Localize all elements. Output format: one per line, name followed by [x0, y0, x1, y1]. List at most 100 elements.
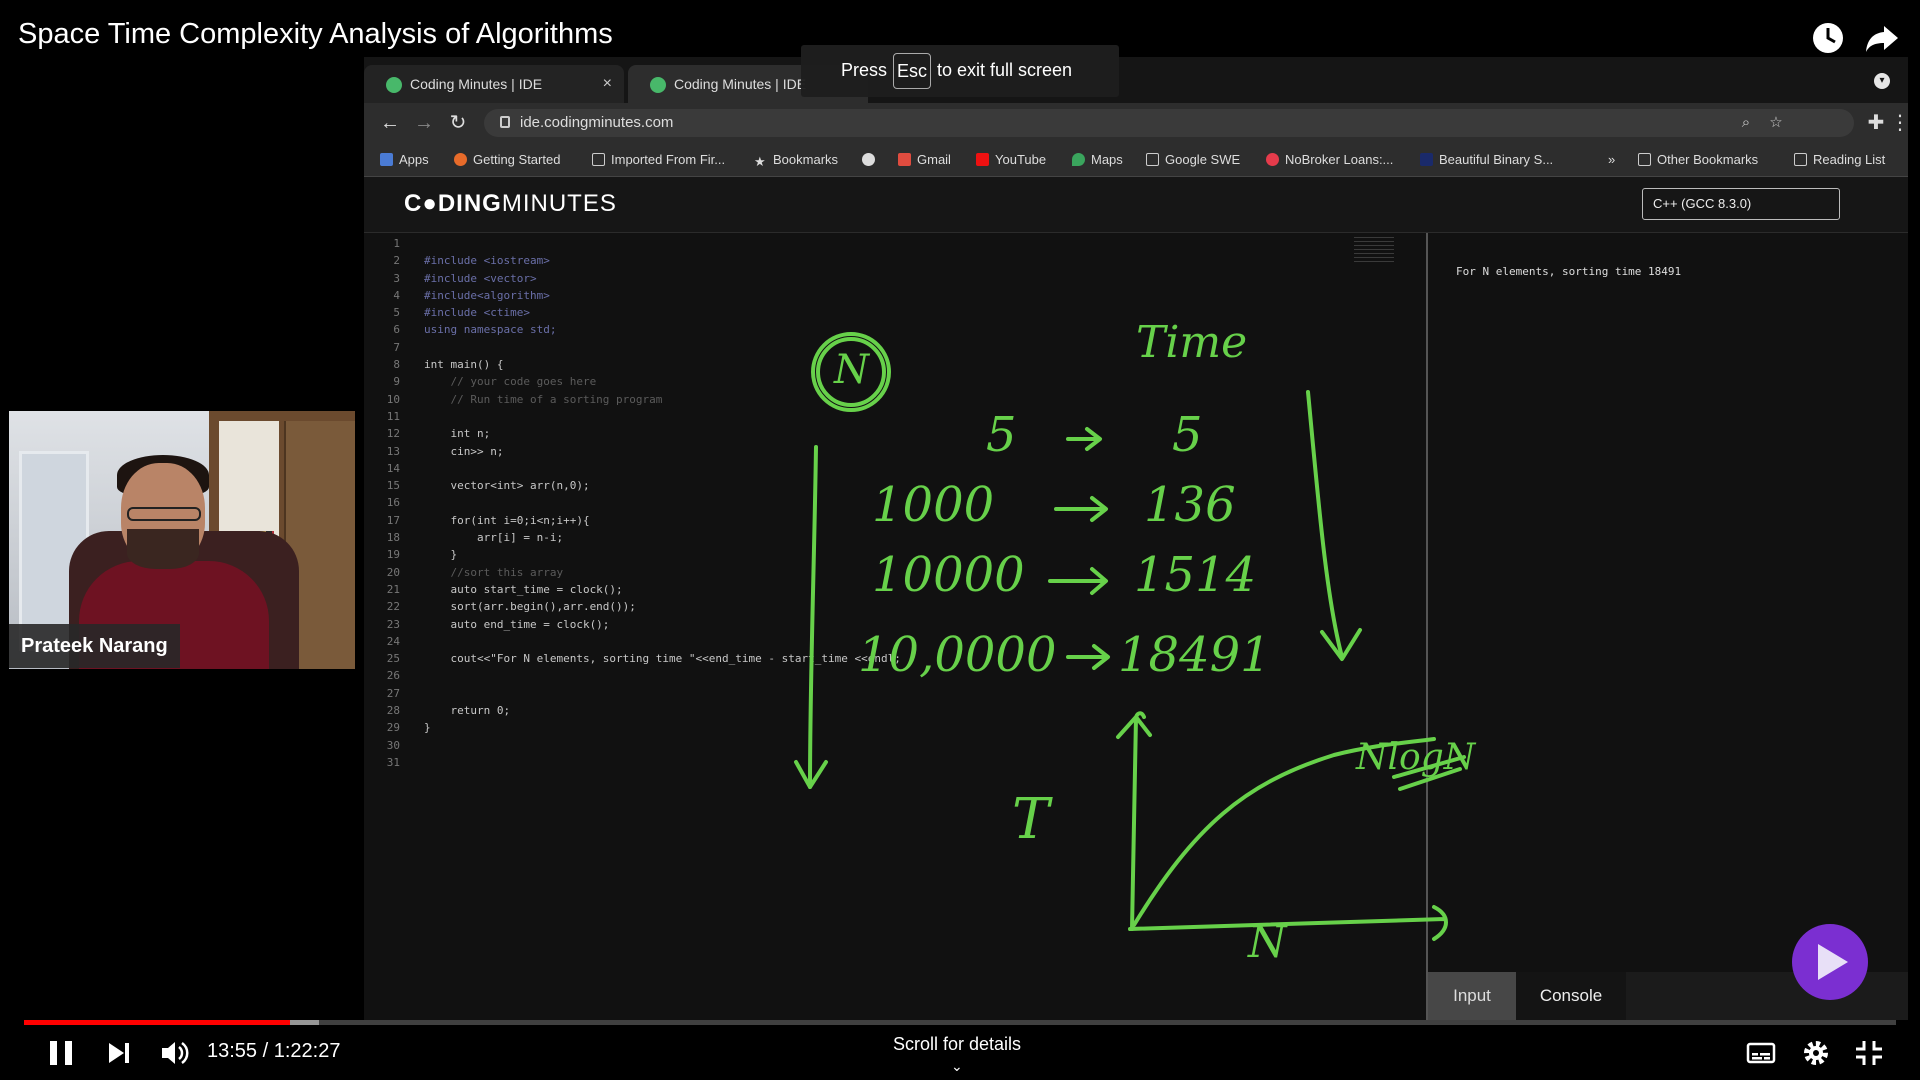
github-icon[interactable] — [862, 152, 881, 167]
subtitles-icon[interactable] — [1746, 1036, 1776, 1070]
folder-icon — [1146, 153, 1159, 166]
toast-text: Press — [841, 60, 888, 80]
bookmark-item[interactable]: NoBroker Loans:... — [1266, 152, 1393, 167]
bookmark-item[interactable]: Maps — [1072, 152, 1123, 167]
code-line: using namespace std; — [424, 323, 557, 337]
video-player[interactable]: Space Time Complexity Analysis of Algori… — [0, 0, 1920, 1080]
scroll-for-details[interactable]: Scroll for details — [893, 1034, 1021, 1055]
code-content[interactable]: #include <iostream> #include <vector> #inc… — [424, 237, 901, 773]
code-line: sort(arr.begin(),arr.end()); — [424, 600, 636, 614]
language-select[interactable]: C++ (GCC 8.3.0) — [1642, 188, 1840, 220]
browser-toolbar: ← → ↻ ide.codingminutes.com ⌕ ☆ ✚ ⋮ — [364, 103, 1910, 143]
line-number: 19 — [386, 548, 400, 562]
lock-icon — [500, 116, 510, 128]
bookmark-item[interactable]: ★ Bookmarks — [754, 152, 838, 169]
line-number: 16 — [386, 496, 400, 510]
bookmark-folder[interactable]: Google SWE — [1146, 152, 1240, 167]
code-line: #include <vector> — [424, 271, 537, 285]
extensions-icon[interactable]: ✚ — [1864, 111, 1888, 135]
minimap[interactable] — [1354, 237, 1394, 265]
exit-fullscreen-icon[interactable] — [1854, 1036, 1884, 1070]
line-number: 15 — [386, 479, 400, 493]
url-text: ide.codingminutes.com — [520, 114, 674, 131]
ink-n-value: 5 — [986, 407, 1017, 463]
settings-icon[interactable] — [1800, 1036, 1832, 1070]
watch-later-icon[interactable] — [1808, 18, 1848, 58]
star-icon: ★ — [754, 154, 766, 169]
line-number: 9 — [393, 375, 400, 389]
progress-bar[interactable] — [24, 1020, 1896, 1025]
presenter-name: Prateek Narang — [9, 624, 180, 668]
bookmark-item[interactable]: Beautiful Binary S... — [1420, 152, 1553, 167]
tab-close-icon[interactable]: × — [603, 65, 612, 103]
time-display: 13:55 / 1:22:27 — [207, 1040, 341, 1062]
toast-text: to exit full screen — [937, 60, 1073, 80]
line-number: 30 — [386, 738, 400, 752]
coding-minutes-logo: C●DINGMINUTES — [404, 190, 617, 217]
share-icon[interactable] — [1862, 18, 1902, 58]
video-title: Space Time Complexity Analysis of Algori… — [18, 18, 613, 50]
bookmark-item[interactable]: Gmail — [898, 152, 951, 167]
ink-axis-n-label: N — [1248, 917, 1287, 968]
code-line: cin>> n; — [424, 444, 504, 458]
code-line: auto end_time = clock(); — [424, 617, 610, 631]
code-line: auto start_time = clock(); — [424, 582, 623, 596]
code-line: return 0; — [424, 704, 511, 718]
gmail-icon — [898, 153, 911, 166]
code-line: int main() { — [424, 358, 504, 372]
line-number: 31 — [386, 755, 400, 769]
pause-icon[interactable] — [46, 1036, 76, 1070]
bookmark-item[interactable]: YouTube — [976, 152, 1046, 167]
line-number: 25 — [386, 652, 400, 666]
bookmark-item[interactable]: Getting Started — [454, 152, 560, 167]
menu-icon[interactable]: ⋮ — [1888, 111, 1912, 135]
fullscreen-toast: Press Esc to exit full screen — [801, 45, 1119, 97]
forward-icon[interactable]: → — [412, 111, 436, 135]
chevron-down-icon[interactable]: ⌄ — [951, 1058, 963, 1075]
next-icon[interactable] — [104, 1036, 134, 1070]
progress-played — [24, 1020, 290, 1025]
tab-label: Coding Minutes | IDE — [410, 76, 543, 92]
tab-console[interactable]: Console — [1516, 972, 1626, 1020]
line-number: 24 — [386, 634, 400, 648]
code-line: //sort this array — [424, 565, 564, 579]
line-number: 3 — [393, 271, 400, 285]
ink-time-label: Time — [1136, 317, 1248, 368]
ink-axis-t-label: T — [1012, 787, 1050, 852]
code-line: int n; — [424, 427, 491, 441]
reading-list[interactable]: Reading List — [1794, 152, 1885, 167]
line-number: 11 — [386, 409, 400, 423]
output-pane: For N elements, sorting time 18491 Input… — [1428, 233, 1908, 1020]
console-output: For N elements, sorting time 18491 — [1456, 265, 1682, 278]
bookmarks-overflow[interactable]: » — [1608, 152, 1615, 167]
code-line: #include <iostream> — [424, 254, 550, 268]
bookmark-folder[interactable]: Other Bookmarks — [1638, 152, 1758, 167]
tab-input[interactable]: Input — [1428, 972, 1516, 1020]
tab-search-icon[interactable]: ▾ — [1874, 73, 1890, 89]
code-line: } — [424, 548, 458, 562]
zoom-icon[interactable]: ⌕ — [1736, 113, 1756, 133]
reload-icon[interactable]: ↻ — [446, 111, 470, 135]
bookmark-apps[interactable]: Apps — [380, 152, 429, 167]
run-button[interactable] — [1792, 924, 1868, 1000]
browser-tab[interactable]: Coding Minutes | IDE × — [364, 65, 624, 103]
bookmark-folder[interactable]: Imported From Fir... — [592, 152, 725, 167]
ink-n-value: 1000 — [872, 477, 995, 533]
tab-favicon-icon — [386, 77, 402, 93]
address-bar[interactable]: ide.codingminutes.com ⌕ ☆ — [484, 109, 1854, 137]
code-line: // Run time of a sorting program — [424, 392, 663, 406]
apps-grid-icon — [380, 153, 393, 166]
back-icon[interactable]: ← — [378, 111, 402, 135]
youtube-icon — [976, 153, 989, 166]
ink-time-value: 18491 — [1118, 627, 1271, 683]
volume-icon[interactable] — [158, 1036, 192, 1070]
star-icon[interactable]: ☆ — [1766, 113, 1786, 133]
